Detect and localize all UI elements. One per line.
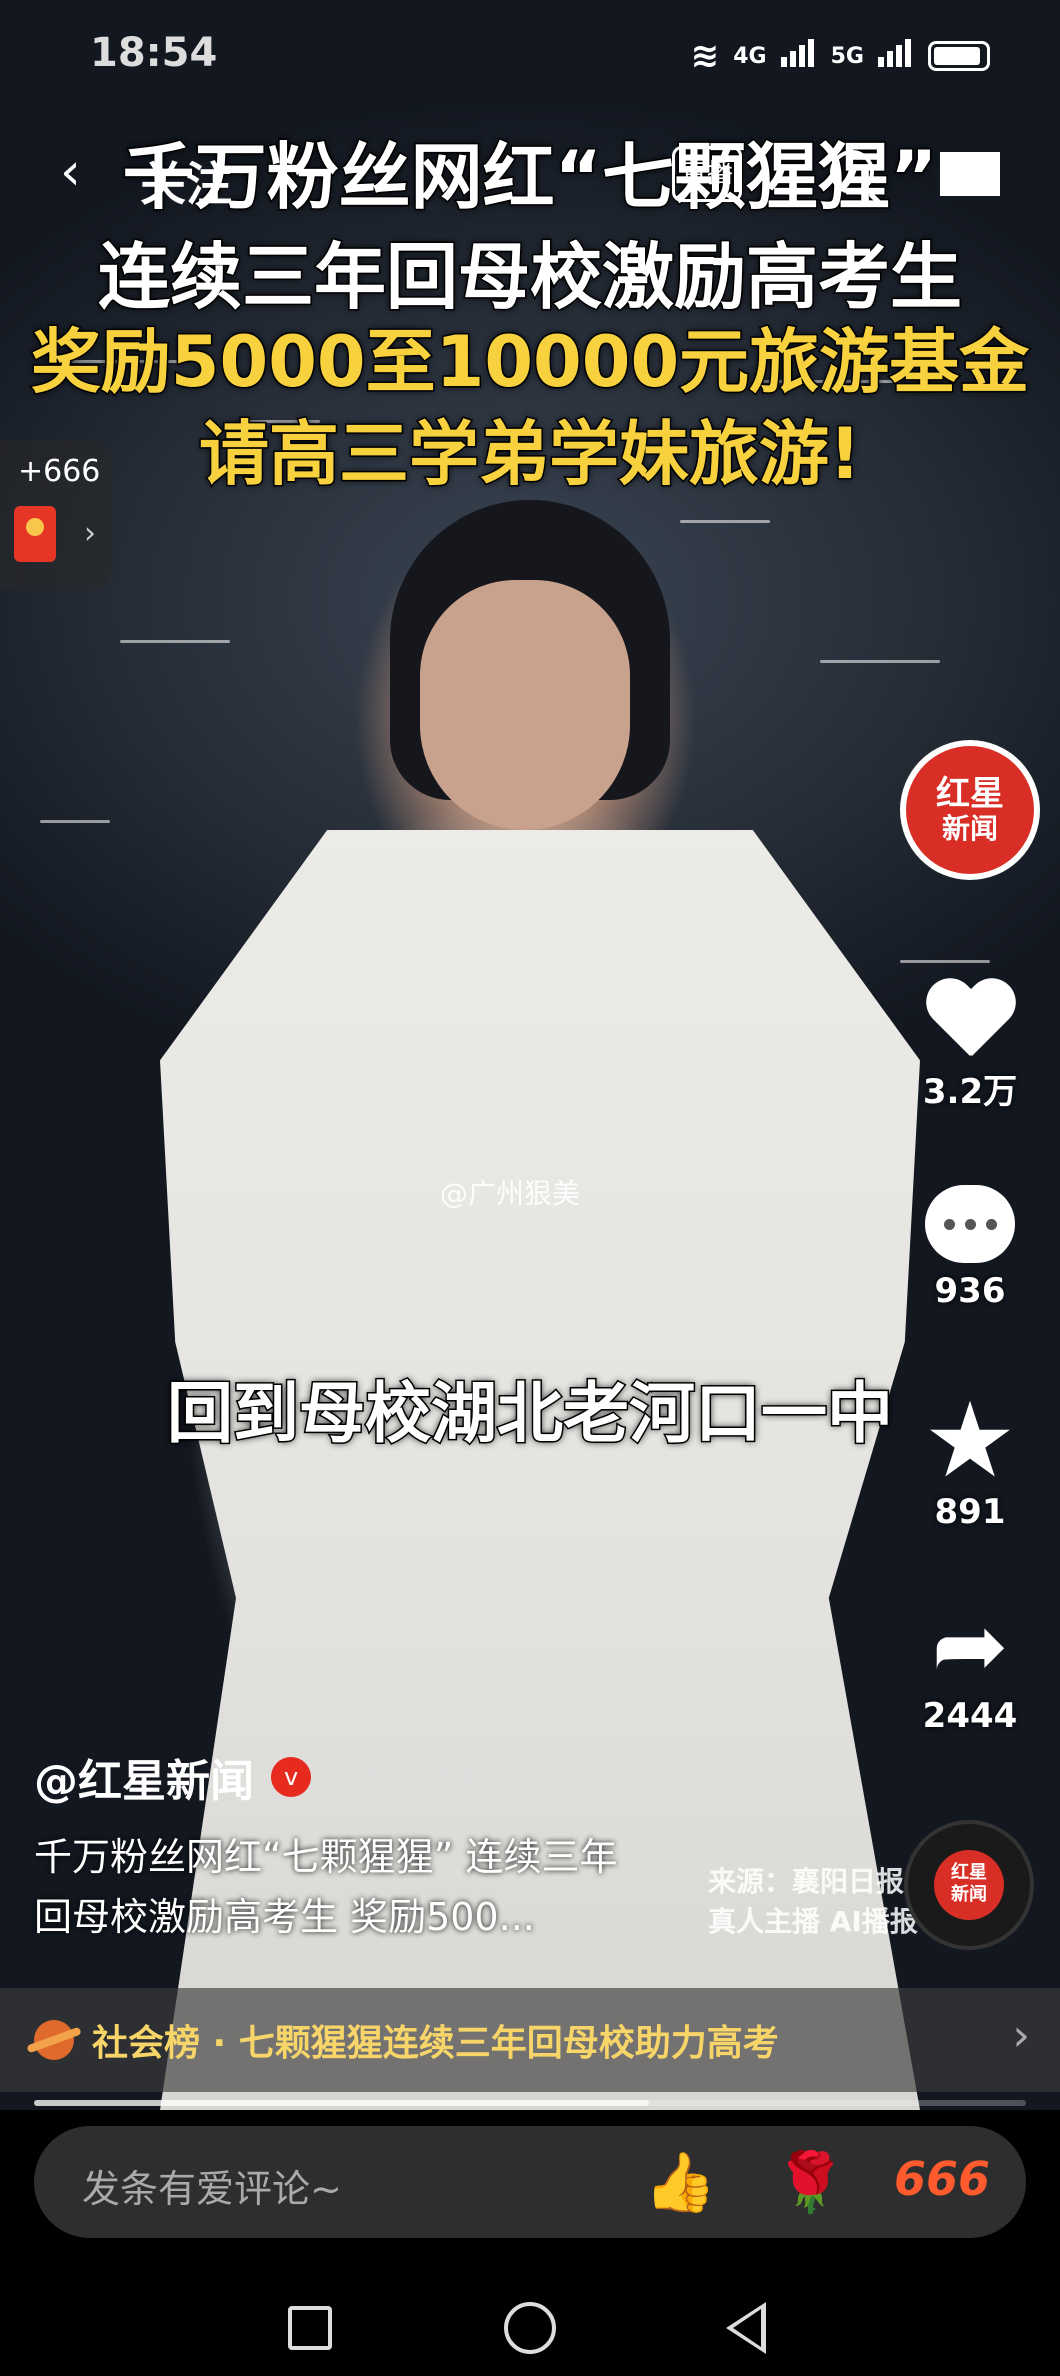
chevron-right-icon: › [84,516,96,551]
video-progress-fill [34,2100,650,2106]
thumbs-up-emoji[interactable]: 👍 [644,2148,716,2217]
red-envelope-icon [14,506,56,562]
status-icons: ≋ 4G 5G [691,36,990,76]
signal-icon [780,39,817,73]
favorite-count: 891 [934,1492,1006,1532]
top-nav: ‹ 关注 直播 [0,140,1060,211]
system-nav-bar [0,2294,1060,2364]
like-count: 3.2万 [922,1072,1018,1112]
bottom-area: 发条有爱评论~ 👍 🌹 666 [0,2110,1060,2376]
avatar-text-1: 红星 [936,774,1004,814]
description-line-1: 千万粉丝网红“七颗猩猩” 连续三年 [34,1835,618,1879]
headline-line-4: 请高三学弟学妹旅游! [198,412,863,497]
search-icon[interactable] [830,150,874,194]
weibo-watermark: @广州狠美 [440,1177,581,1210]
share-action[interactable]: ➦ 2444 [900,1592,1040,1737]
back-icon[interactable]: ‹ [60,142,81,202]
planet-icon [34,2020,74,2060]
status-time: 18:54 [90,30,218,76]
more-icon[interactable] [940,152,1000,196]
comment-count: 936 [934,1271,1006,1311]
comment-placeholder: 发条有爱评论~ [82,2167,342,2211]
battery-icon [928,41,990,71]
verified-badge-icon: v [271,1757,312,1797]
signal-icon-2 [878,39,914,73]
post-time: · 7小时前 [330,1758,493,1803]
heart-icon [924,980,1016,1064]
status-bar: 18:54 ≋ 4G 5G [0,30,1060,90]
share-count: 2444 [922,1696,1018,1736]
video-subtitle: 回到母校湖北老河口一中 [166,1374,895,1454]
chevron-right-icon: › [1012,2010,1030,2061]
headline-line-3: 奖励5000至10000元旅游基金 [29,320,1030,405]
network-4g-label: 4G [733,43,767,69]
follow-tab[interactable]: 关注 [140,148,232,214]
disc-logo: 红星 新闻 [934,1850,1004,1920]
share-arrow-icon: ➦ [931,1592,1009,1699]
comment-action[interactable]: 936 [900,1185,1040,1311]
music-disc[interactable]: 红星 新闻 [904,1820,1034,1950]
comment-bubble-icon [925,1185,1015,1263]
back-nav-icon[interactable] [726,2302,766,2354]
666-emoji[interactable]: 666 [894,2152,990,2206]
wifi-icon: ≋ [690,36,720,76]
live-button[interactable]: 直播 [672,146,742,202]
recents-icon[interactable] [288,2306,332,2350]
network-5g-label: 5G [830,43,864,69]
home-icon[interactable] [504,2302,556,2354]
red-packet-widget[interactable]: +666 › [0,440,112,590]
avatar-text-2: 新闻 [941,812,998,845]
comment-input[interactable]: 发条有爱评论~ 👍 🌹 666 [34,2126,1026,2238]
video-progress[interactable] [34,2100,1026,2106]
person-face [420,580,630,830]
author-name[interactable]: @红星新闻 [34,1745,254,1809]
like-action[interactable]: 3.2万 [900,980,1040,1113]
red-packet-count: +666 [18,454,101,489]
description-line-2: 回母校激励高考生 奖励500... [34,1895,535,1939]
post-meta: @红星新闻 v · 7小时前 千万粉丝网红“七颗猩猩” 连续三年 回母校激励高考… [34,1745,894,1947]
rose-emoji[interactable]: 🌹 [774,2148,846,2217]
post-description[interactable]: 千万粉丝网红“七颗猩猩” 连续三年 回母校激励高考生 奖励500... [34,1827,894,1947]
hot-topic-text: 社会榜 · 七颗猩猩连续三年回母校助力高考 [92,2023,779,2064]
hot-topic-bar[interactable]: 社会榜 · 七颗猩猩连续三年回母校助力高考 › [0,1988,1060,2092]
author-avatar[interactable]: 红星 新闻 [900,740,1040,880]
